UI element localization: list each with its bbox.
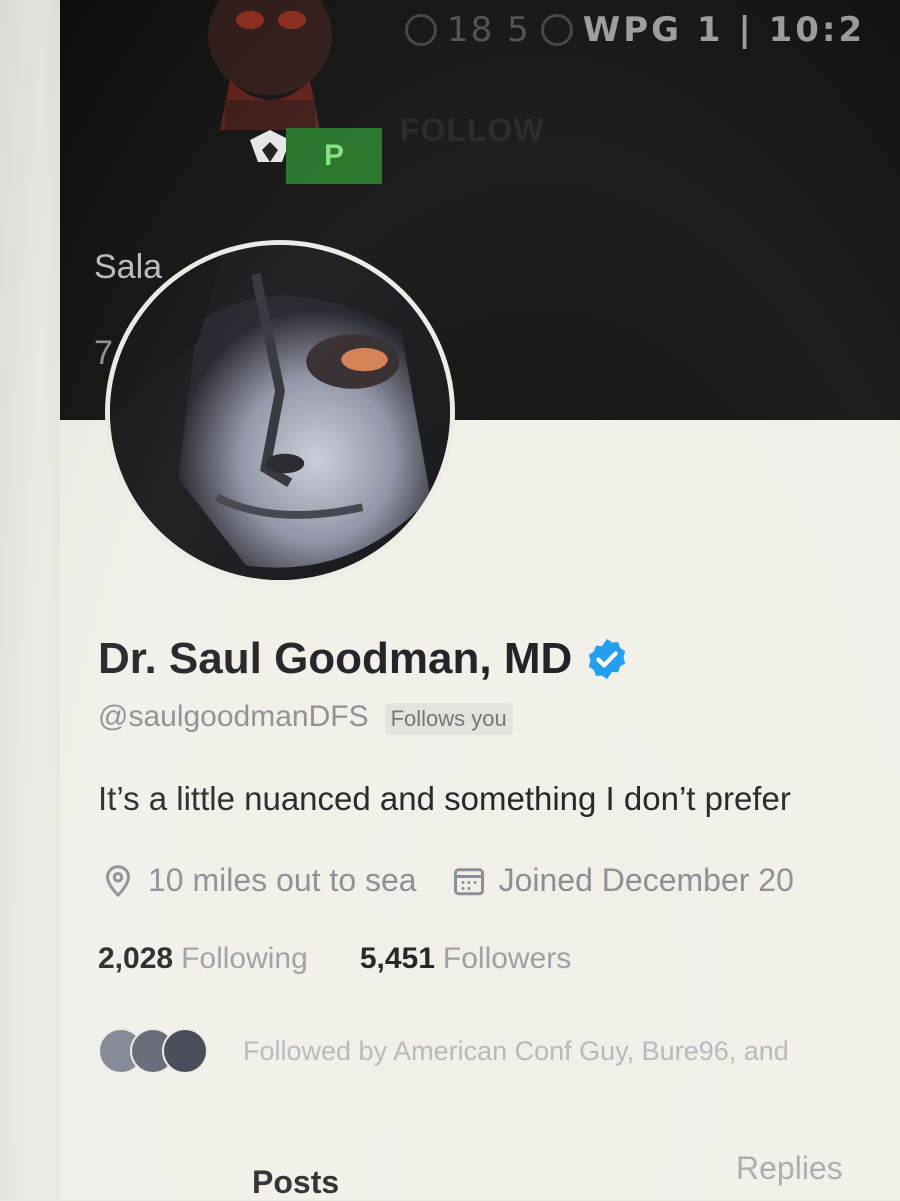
handle-row: @saulgoodmanDFS Follows you [98,700,513,735]
location-item: 10 miles out to sea [100,862,417,899]
banner-stats-text: 18 5 [447,10,531,50]
following-count[interactable]: 2,028 [98,942,173,976]
profile-tabs: Posts Replies [60,1140,900,1200]
verified-badge-icon[interactable] [584,636,630,682]
profile-screen: 18 5 WPG 1 | 10:2 P FOLLOW Sala 7 Dr. Sa… [60,0,900,1200]
followers-count[interactable]: 5,451 [360,942,435,976]
followed-by-avatars [98,1028,213,1074]
followed-by-row[interactable]: Followed by American Conf Guy, Bure96, a… [98,1028,789,1074]
profile-display-name: Dr. Saul Goodman, MD [98,634,573,683]
banner-name-fragment: Sala [94,248,163,286]
profile-handle: @saulgoodmanDFS [98,700,369,733]
following-label[interactable]: Following [181,942,308,976]
mutual-avatar [162,1028,208,1074]
follows-you-badge: Follows you [384,703,513,735]
follow-counts-row: 2,028 Following 5,451 Followers [98,942,623,976]
banner-team-code: WPG 1 | 10:2 [582,10,866,50]
location-pin-icon [105,864,131,897]
joined-text: Joined December 20 [498,862,794,898]
banner-stat-icon [405,14,437,46]
avatar-image [110,245,450,580]
profile-bio: It’s a little nuanced and something I do… [98,780,791,817]
location-text: 10 miles out to sea [148,862,417,898]
calendar-icon [453,867,484,895]
screen-bezel [0,0,60,1200]
banner-follow-button[interactable]: FOLLOW [400,112,545,149]
followers-label[interactable]: Followers [443,942,571,976]
team-logo-icon [540,14,573,46]
banner-stats: 18 5 WPG 1 | 10:2 [405,10,865,50]
tab-replies[interactable]: Replies [736,1150,843,1187]
joined-item: Joined December 20 [451,862,794,899]
tab-posts[interactable]: Posts [252,1164,339,1201]
followed-by-text: Followed by American Conf Guy, Bure96, a… [243,1035,789,1066]
profile-avatar[interactable] [105,240,455,585]
position-badge: P [286,128,382,184]
profile-name-row: Dr. Saul Goodman, MD [98,634,630,684]
profile-meta-row: 10 miles out to sea Joined December 20 [100,862,828,899]
